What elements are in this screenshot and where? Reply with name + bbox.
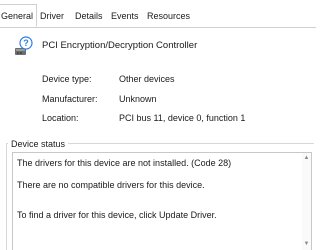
status-scrollbar[interactable]: ▲ ▼ (302, 153, 311, 250)
manufacturer-value: Unknown (119, 94, 157, 104)
device-type-label: Device type: (42, 74, 92, 84)
location-value: PCI bus 11, device 0, function 1 (119, 113, 246, 123)
location-label: Location: (42, 113, 79, 123)
tab-general[interactable]: General (0, 4, 38, 27)
device-type-value: Other devices (119, 74, 175, 84)
tab-events[interactable]: Events (111, 6, 139, 26)
scroll-down-icon[interactable]: ▼ (303, 241, 310, 248)
device-name: PCI Encryption/Decryption Controller (42, 40, 198, 51)
tab-driver[interactable]: Driver (40, 6, 64, 26)
status-line: There are no compatible drivers for this… (17, 180, 205, 190)
status-line: To find a driver for this device, click … (17, 210, 217, 220)
tab-resources[interactable]: Resources (147, 6, 190, 26)
manufacturer-label: Manufacturer: (42, 94, 98, 104)
tab-bar: General Driver Details Events Resources (0, 0, 316, 28)
status-line: The drivers for this device are not inst… (17, 158, 232, 168)
scroll-up-icon[interactable]: ▲ (303, 155, 310, 162)
device-status-textbox[interactable]: The drivers for this device are not inst… (12, 152, 312, 250)
tab-details[interactable]: Details (75, 6, 103, 26)
device-status-legend: Device status (8, 139, 69, 149)
unknown-device-icon: ? (13, 36, 33, 56)
svg-text:?: ? (23, 38, 29, 48)
